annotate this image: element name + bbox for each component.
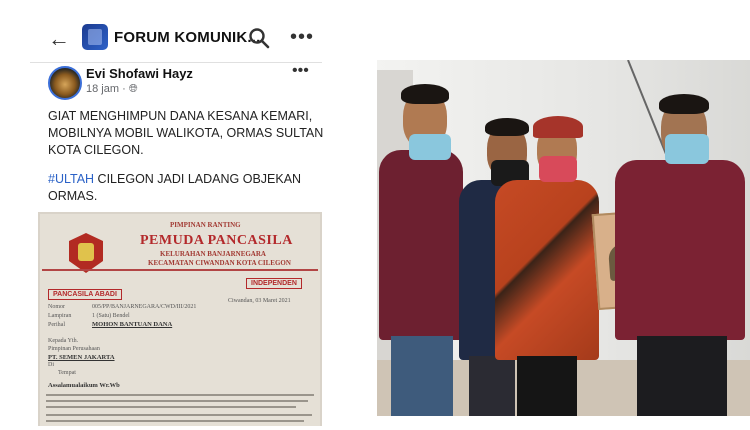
hair <box>485 118 529 136</box>
tempat-line: Tempat <box>58 370 76 376</box>
camo-uniform <box>495 180 599 360</box>
body-text-line <box>46 420 304 422</box>
doc-title: PEMUDA PANCASILA <box>140 233 293 248</box>
doc-sub1: KELURAHAN BANJARNEGARA <box>160 250 266 258</box>
recipient-line: PT. SEMEN JAKARTA <box>48 354 115 361</box>
body-text-line <box>46 400 308 402</box>
separator-dot: · <box>122 83 129 95</box>
perihal-label: Perihal <box>48 322 65 328</box>
post-time[interactable]: 18 jam <box>86 83 119 95</box>
pimpinan-line: Pimpinan Perusahaan <box>48 346 100 352</box>
body-text-line <box>46 394 314 396</box>
doc-header-rule <box>42 269 318 271</box>
salam-line: Assalamualaikum Wr.Wb <box>48 382 120 389</box>
doc-sub2: KECAMATAN CIWANDAN KOTA CILEGON <box>148 259 291 267</box>
doc-top-small: PIMPINAN RANTING <box>170 221 241 229</box>
hair <box>401 84 449 104</box>
post-more-icon[interactable]: ••• <box>292 62 309 80</box>
nomor-value: 005/PP/BANJARNEGARA/CWD/III/2021 <box>92 304 197 310</box>
face-mask <box>665 134 709 164</box>
kepada-line: Kepada Yth. <box>48 338 79 344</box>
doc-date: Ciwandan, 03 Maret 2021 <box>228 298 291 304</box>
letter-page: PIMPINAN RANTING PEMUDA PANCASILA KELURA… <box>40 214 320 426</box>
organization-logo-icon <box>69 233 103 273</box>
maroon-shirt <box>379 150 463 340</box>
post-paragraph-2: #ULTAH CILEGON JADI LADANG OBJEKAN ORMAS… <box>48 171 330 205</box>
group-photo[interactable] <box>377 60 750 416</box>
group-title[interactable]: FORUM KOMUNIK... <box>114 29 261 46</box>
red-cap <box>533 116 583 138</box>
stamp-right: INDEPENDEN <box>246 278 302 289</box>
post-text: GIAT MENGHIMPUN DANA KESANA KEMARI, MOBI… <box>48 108 330 217</box>
stamp-left: PANCASILA ABADI <box>48 289 122 300</box>
face-mask <box>409 134 451 160</box>
post-paragraph-1: GIAT MENGHIMPUN DANA KESANA KEMARI, MOBI… <box>48 109 324 157</box>
document-photo[interactable]: PIMPINAN RANTING PEMUDA PANCASILA KELURA… <box>38 212 322 426</box>
hair <box>659 94 709 114</box>
post-meta: 18 jam · 🌐︎ <box>86 83 138 96</box>
black-pants <box>637 336 727 416</box>
globe-icon: 🌐︎ <box>128 83 138 95</box>
lampiran-label: Lampiran <box>48 313 72 319</box>
di-line: Di <box>48 362 54 368</box>
nomor-label: Nomor <box>48 304 65 310</box>
facebook-post-panel: ← FORUM KOMUNIK... ••• Evi Shofawi Hayz … <box>30 0 330 430</box>
search-icon[interactable] <box>248 27 270 49</box>
header-divider <box>30 62 322 63</box>
arrow-left-icon[interactable]: ← <box>48 26 70 52</box>
red-mask <box>539 156 577 182</box>
jeans <box>391 336 453 416</box>
avatar[interactable] <box>48 66 82 100</box>
body-text-line <box>46 414 312 416</box>
body-text-line <box>46 406 296 408</box>
perihal-value: MOHON BANTUAN DANA <box>92 321 173 328</box>
group-avatar[interactable] <box>82 24 108 50</box>
more-horizontal-icon[interactable]: ••• <box>290 26 314 49</box>
black-pants <box>517 356 577 416</box>
maroon-polo <box>615 160 745 340</box>
hashtag-link[interactable]: #ULTAH <box>48 172 94 186</box>
group-header: ← FORUM KOMUNIK... ••• <box>30 18 330 58</box>
dark-pants <box>469 356 515 416</box>
post-author[interactable]: Evi Shofawi Hayz <box>86 66 193 81</box>
lampiran-value: 1 (Satu) Bendel <box>92 313 130 319</box>
